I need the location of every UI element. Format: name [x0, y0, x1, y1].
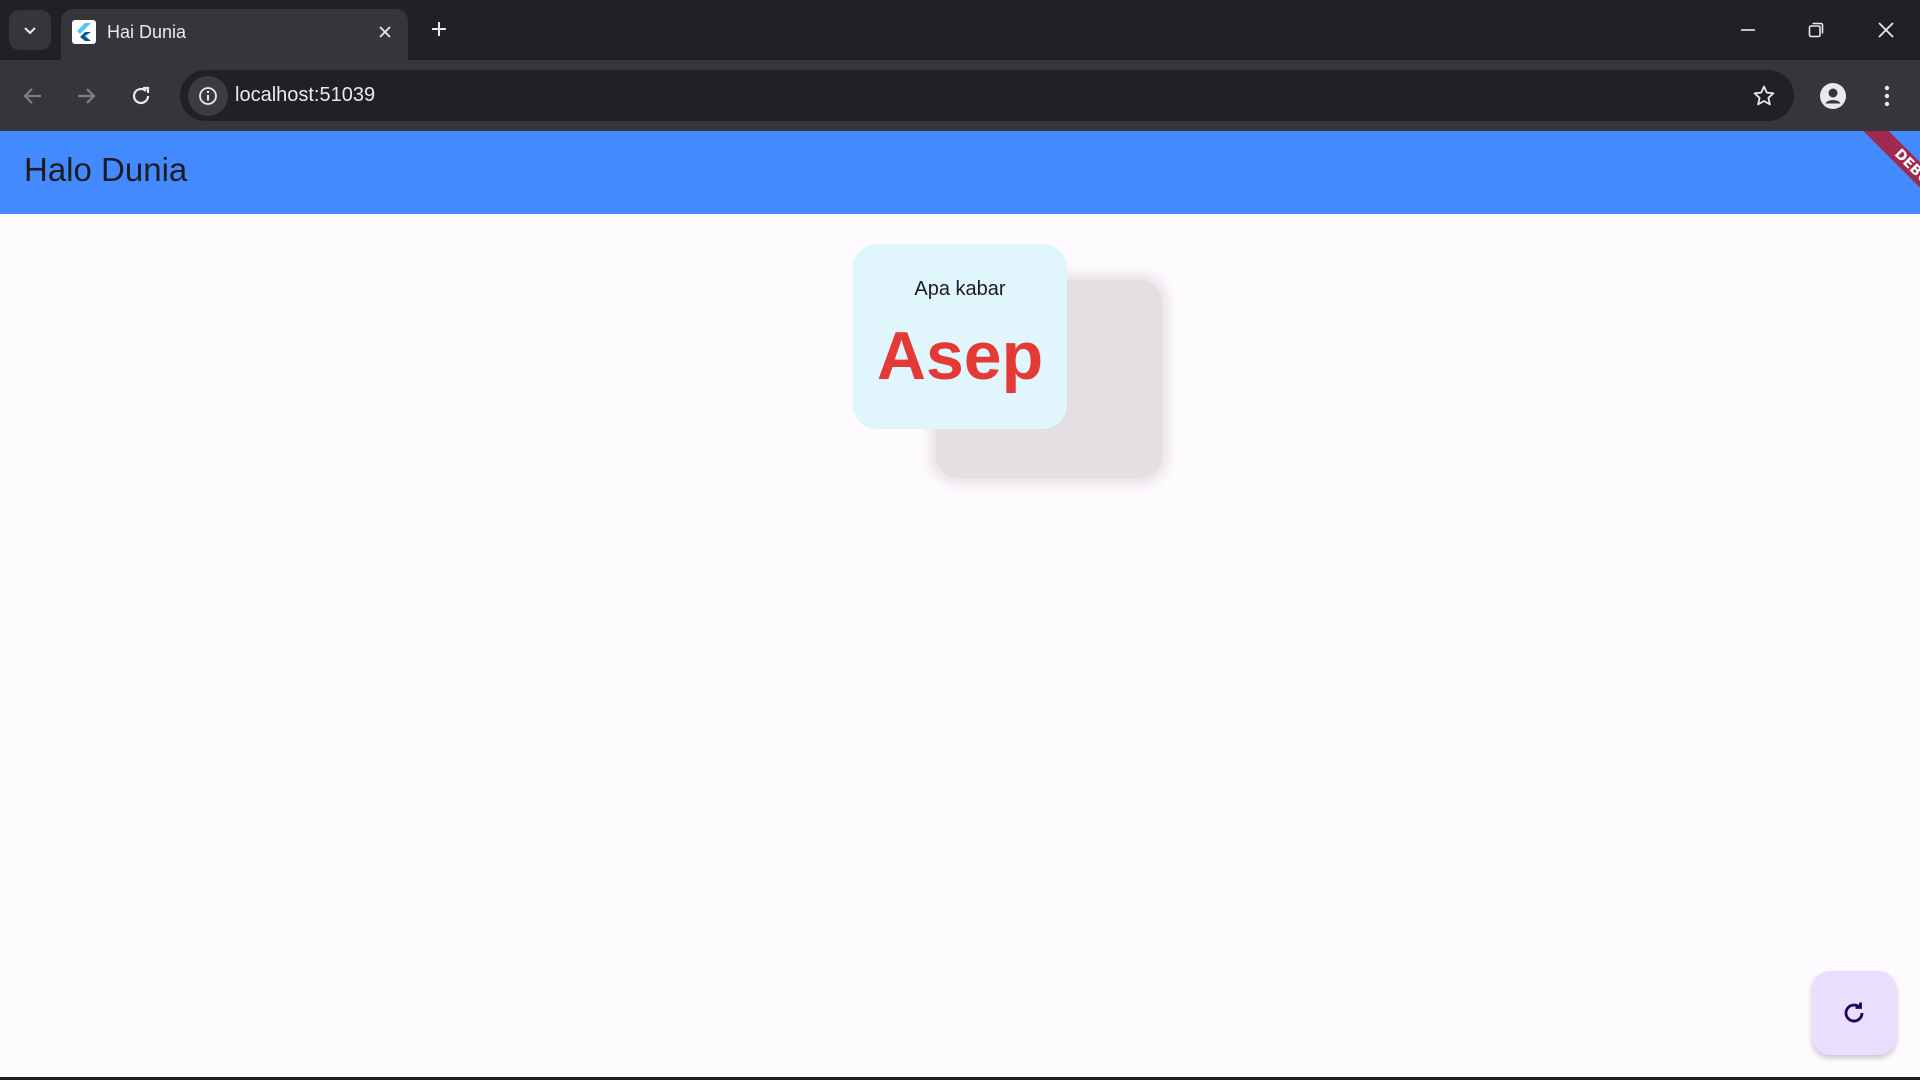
minimize-button[interactable] [1714, 0, 1782, 60]
browser-tabstrip: Hai Dunia [0, 0, 1920, 60]
address-bar[interactable]: localhost:51039 [180, 70, 1794, 121]
profile-button[interactable] [1814, 77, 1852, 115]
debug-banner: DEBUG [1856, 131, 1920, 214]
browser-menu-button[interactable] [1868, 77, 1906, 115]
new-tab-button[interactable] [424, 14, 454, 44]
greeting-text: Apa kabar [914, 278, 1006, 300]
tab-title: Hai Dunia [107, 22, 187, 42]
reload-button[interactable] [122, 77, 160, 115]
flutter-logo-icon [72, 20, 96, 44]
close-window-button[interactable] [1852, 0, 1920, 60]
reload-icon [132, 86, 150, 105]
browser-toolbar: localhost:51039 [0, 60, 1920, 131]
app-bar-title: Halo Dunia [24, 151, 188, 188]
refresh-icon [1844, 1002, 1864, 1023]
greeting-card: Apa kabar Asep [853, 244, 1067, 429]
bookmark-button[interactable] [1746, 78, 1782, 114]
close-icon [379, 26, 391, 38]
arrow-left-icon [23, 88, 41, 104]
arrow-right-icon [78, 88, 96, 104]
name-text: Asep [876, 318, 1044, 394]
site-info-button[interactable] [188, 76, 228, 116]
info-icon [199, 87, 217, 105]
refresh-fab[interactable] [1812, 971, 1896, 1055]
back-button[interactable] [14, 77, 52, 115]
plus-icon [432, 22, 446, 36]
restore-icon [1808, 22, 1824, 38]
browser-tab[interactable]: Hai Dunia [61, 9, 408, 60]
forward-button[interactable] [67, 77, 105, 115]
chevron-down-icon [24, 27, 36, 35]
restore-button[interactable] [1782, 0, 1850, 60]
minimize-icon [1741, 29, 1755, 31]
person-icon [1820, 83, 1846, 109]
kebab-menu-icon [1884, 85, 1890, 107]
tab-close-button[interactable] [372, 19, 398, 45]
app-bar: Halo Dunia DEBUG [0, 131, 1920, 214]
url-text[interactable]: localhost:51039 [235, 84, 375, 107]
star-icon [1753, 85, 1775, 106]
close-icon [1878, 22, 1894, 38]
tab-search-button[interactable] [9, 10, 51, 50]
